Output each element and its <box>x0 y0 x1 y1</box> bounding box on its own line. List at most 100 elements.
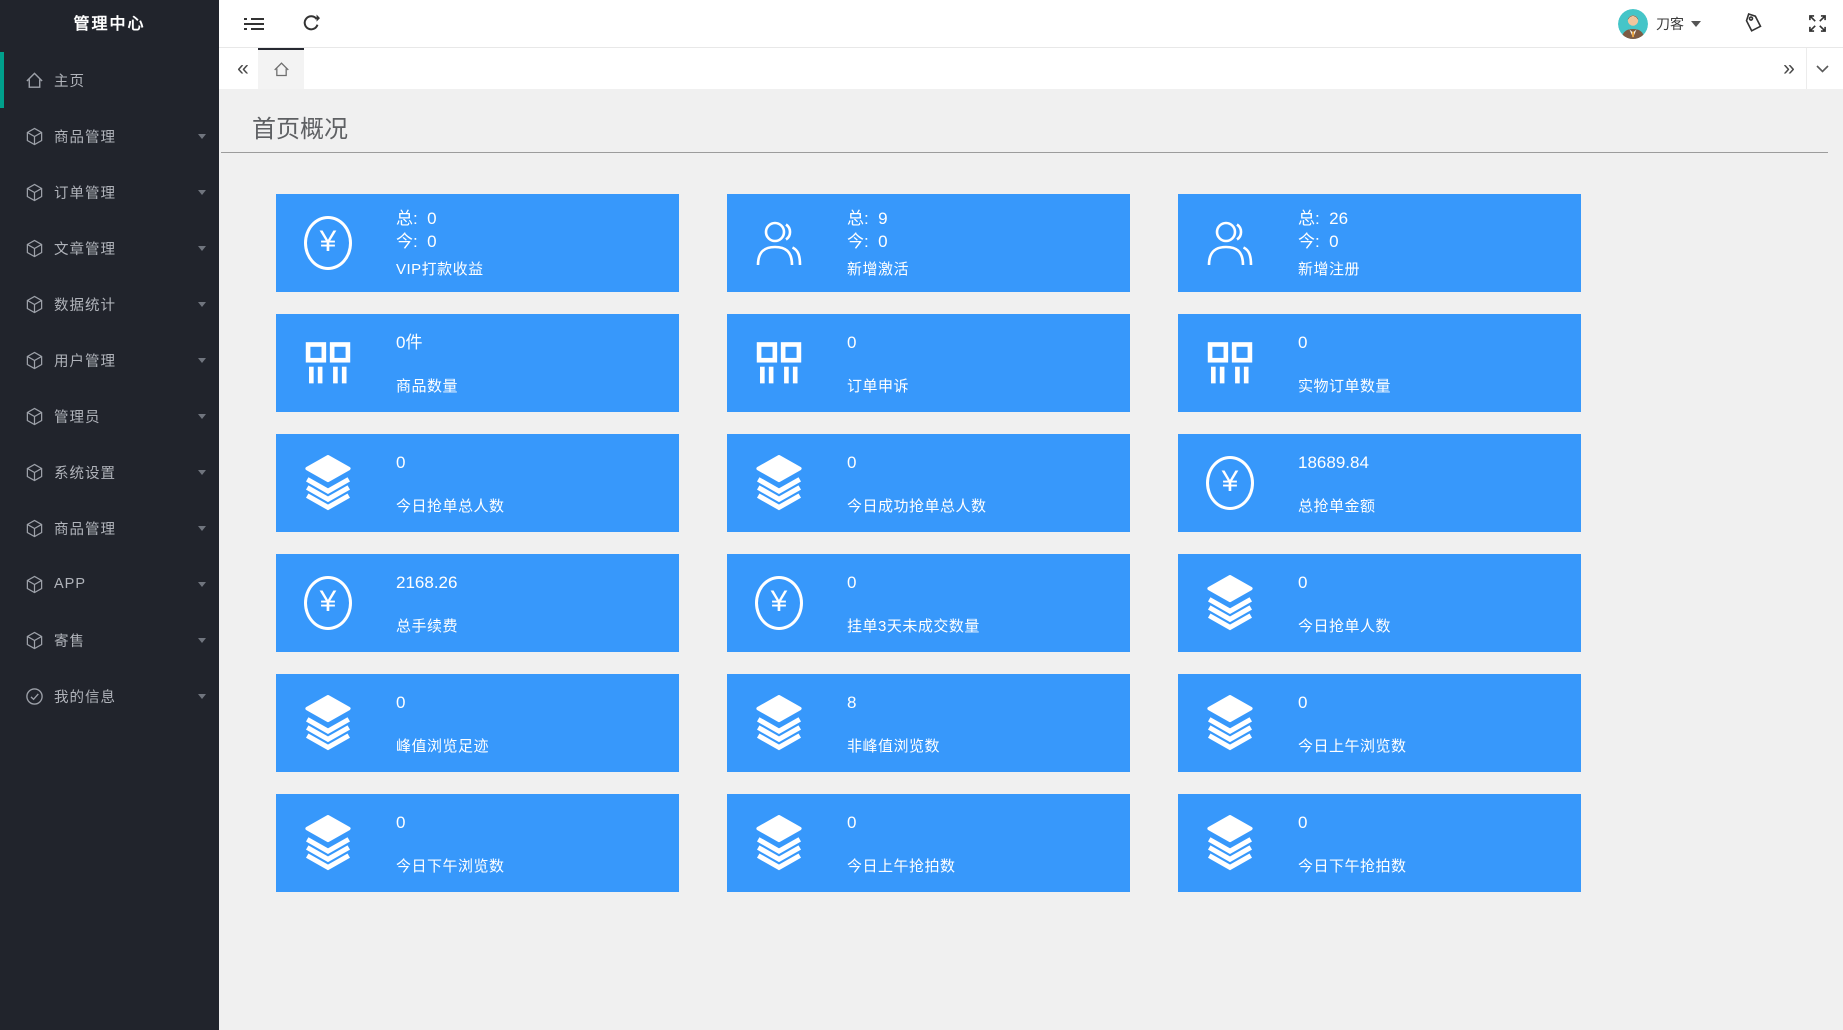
stat-card: 0 今日下午抢拍数 <box>1178 794 1581 892</box>
cube-icon <box>25 407 44 426</box>
stat-card: ¥ 2168.26 总手续费 <box>276 554 679 652</box>
chevron-down-icon <box>198 470 206 475</box>
chevron-down-icon <box>1816 65 1829 73</box>
cube-icon <box>25 631 44 650</box>
sidebar-item-orders[interactable]: 订单管理 <box>0 164 219 220</box>
stat-value: 0 <box>1298 691 1407 714</box>
tab-scroll-right-button[interactable]: » <box>1777 48 1801 89</box>
stat-value: 0 <box>1298 811 1407 834</box>
layers-icon <box>302 455 354 511</box>
chevron-down-icon <box>198 190 206 195</box>
refresh-icon[interactable] <box>301 14 320 33</box>
tab-scroll-left-button[interactable]: « <box>231 48 255 89</box>
stat-card: ¥ 18689.84 总抢单金额 <box>1178 434 1581 532</box>
fullscreen-icon[interactable] <box>1808 14 1827 33</box>
yen-circle-icon: ¥ <box>304 216 352 270</box>
stat-label: 新增激活 <box>847 258 909 279</box>
sidebar-item-admins[interactable]: 管理员 <box>0 388 219 444</box>
layers-icon <box>1204 575 1256 631</box>
stat-value: 8 <box>847 691 940 714</box>
sidebar-item-profile[interactable]: 我的信息 <box>0 668 219 724</box>
sidebar-item-label: APP <box>54 576 86 592</box>
users-icon <box>755 220 803 266</box>
stat-value: 0 <box>396 451 505 474</box>
layers-icon <box>302 695 354 751</box>
topbar: 刀客 <box>219 0 1843 48</box>
stat-card: 总: 9今: 0 新增激活 <box>727 194 1130 292</box>
stat-value: 0 <box>396 691 489 714</box>
chevron-down-icon <box>198 302 206 307</box>
sidebar-item-goods2[interactable]: 商品管理 <box>0 500 219 556</box>
stat-card: 0 今日抢单总人数 <box>276 434 679 532</box>
stat-value: 0 <box>1298 571 1391 594</box>
stat-card: 0 峰值浏览足迹 <box>276 674 679 772</box>
cube-icon <box>25 295 44 314</box>
cube-icon <box>25 463 44 482</box>
yen-circle-icon: ¥ <box>755 576 803 630</box>
grid-icon <box>303 338 353 388</box>
sidebar-item-label: 系统设置 <box>54 462 116 483</box>
stat-label: 今日成功抢单总人数 <box>847 495 987 516</box>
cube-icon <box>25 575 44 594</box>
chevron-down-icon <box>198 694 206 699</box>
tab-list-dropdown[interactable] <box>1809 48 1835 89</box>
stat-card: 0件 商品数量 <box>276 314 679 412</box>
stat-card: 0 今日上午抢拍数 <box>727 794 1130 892</box>
sidebar-item-consign[interactable]: 寄售 <box>0 612 219 668</box>
stat-card: ¥ 总: 0今: 0 VIP打款收益 <box>276 194 679 292</box>
tag-icon[interactable] <box>1743 13 1764 34</box>
sidebar-item-label: 文章管理 <box>54 238 116 259</box>
cube-icon <box>25 239 44 258</box>
stat-value: 0 <box>847 811 956 834</box>
app-window: 管理中心 主页 商品管理 <box>0 0 1843 1030</box>
sidebar-item-home[interactable]: 主页 <box>0 52 219 108</box>
sidebar-item-label: 寄售 <box>54 630 85 651</box>
sidebar-item-label: 主页 <box>54 70 85 91</box>
sidebar-item-articles[interactable]: 文章管理 <box>0 220 219 276</box>
stat-value: 0 <box>396 811 505 834</box>
users-icon <box>1206 220 1254 266</box>
stat-label: 今日上午浏览数 <box>1298 735 1407 756</box>
menu-fold-icon[interactable] <box>243 16 265 32</box>
stat-value: 2168.26 <box>396 571 458 594</box>
page-title: 首页概况 <box>252 109 348 144</box>
user-name[interactable]: 刀客 <box>1656 14 1684 34</box>
app-title: 管理中心 <box>0 0 219 50</box>
sidebar-item-users[interactable]: 用户管理 <box>0 332 219 388</box>
sidebar-menu: 主页 商品管理 订单管理 <box>0 52 219 724</box>
stat-value: 总: 26 <box>1298 207 1360 230</box>
sidebar-item-goods[interactable]: 商品管理 <box>0 108 219 164</box>
stat-value: 今: 0 <box>847 230 909 253</box>
sidebar-item-label: 商品管理 <box>54 126 116 147</box>
stat-label: 今日上午抢拍数 <box>847 855 956 876</box>
chevron-down-icon <box>198 358 206 363</box>
sidebar-item-label: 数据统计 <box>54 294 116 315</box>
stat-label: 新增注册 <box>1298 258 1360 279</box>
layers-icon <box>753 695 805 751</box>
stat-label: 实物订单数量 <box>1298 375 1391 396</box>
stat-card: 总: 26今: 0 新增注册 <box>1178 194 1581 292</box>
stat-value: 18689.84 <box>1298 451 1376 474</box>
stat-label: 总手续费 <box>396 615 458 636</box>
stat-value: 今: 0 <box>1298 230 1360 253</box>
stat-value: 今: 0 <box>396 230 484 253</box>
avatar[interactable] <box>1618 9 1648 39</box>
layers-icon <box>753 455 805 511</box>
stat-card: 0 今日成功抢单总人数 <box>727 434 1130 532</box>
sidebar-item-label: 我的信息 <box>54 686 116 707</box>
stats-cards: ¥ 总: 0今: 0 VIP打款收益 总: 9今: 0 新增激活 <box>276 194 1581 892</box>
sidebar-item-stats[interactable]: 数据统计 <box>0 276 219 332</box>
sidebar-item-settings[interactable]: 系统设置 <box>0 444 219 500</box>
caret-down-icon[interactable] <box>1691 21 1701 27</box>
stat-card: 0 今日下午浏览数 <box>276 794 679 892</box>
tab-home[interactable] <box>258 48 304 89</box>
layers-icon <box>753 815 805 871</box>
stat-label: 今日下午抢拍数 <box>1298 855 1407 876</box>
cube-icon <box>25 183 44 202</box>
cube-icon <box>25 519 44 538</box>
stat-label: 今日抢单人数 <box>1298 615 1391 636</box>
stat-card: 0 订单申诉 <box>727 314 1130 412</box>
stat-value: 总: 9 <box>847 207 909 230</box>
sidebar: 管理中心 主页 商品管理 <box>0 0 219 1030</box>
sidebar-item-app[interactable]: APP <box>0 556 219 612</box>
